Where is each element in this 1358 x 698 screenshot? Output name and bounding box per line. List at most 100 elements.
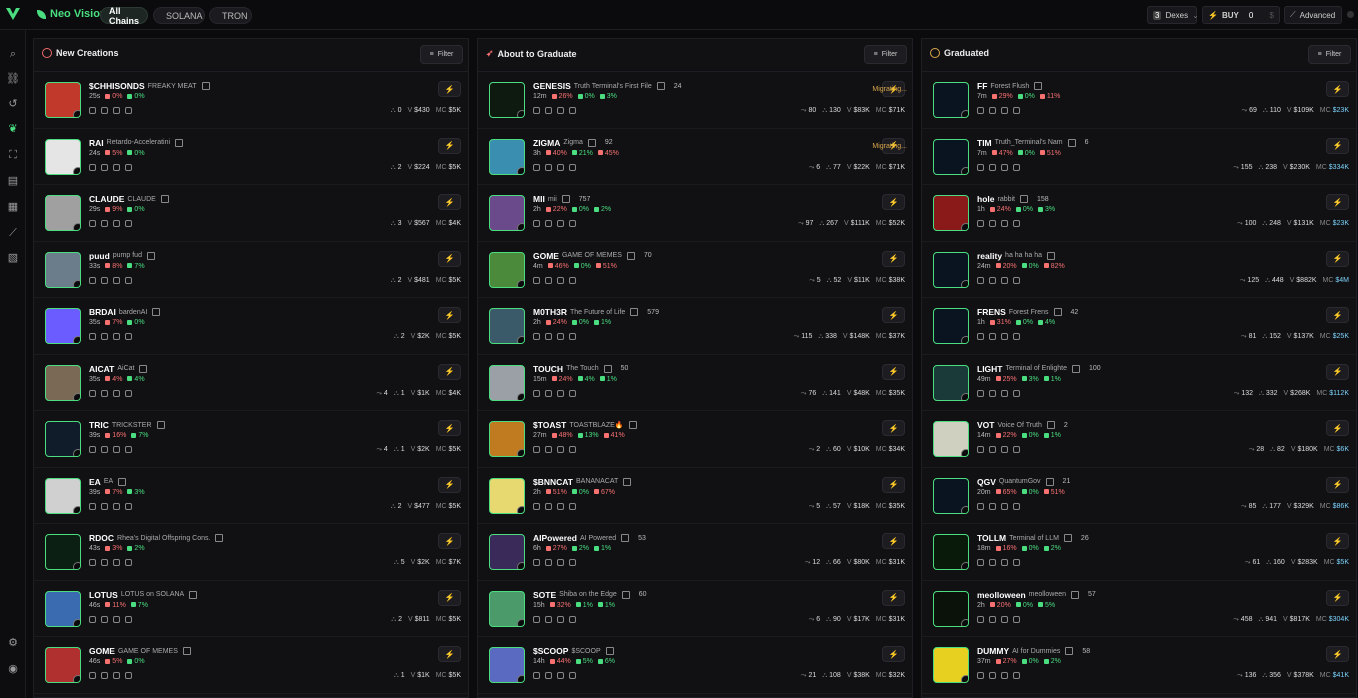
telegram-icon[interactable] [569,276,576,284]
x-icon[interactable] [101,502,108,510]
quick-buy-button[interactable]: ⚡ [438,307,461,323]
telegram-icon[interactable] [125,672,132,679]
link-icon[interactable] [89,333,96,340]
token-symbol[interactable]: meolloween [977,590,1026,600]
quick-buy-button[interactable]: ⚡ [1326,476,1349,493]
copy-icon[interactable] [1071,364,1080,373]
settings-dot-icon[interactable] [1347,11,1354,18]
website-icon[interactable] [113,672,120,679]
book-icon[interactable]: ▦ [6,200,20,214]
website-icon[interactable] [113,220,120,227]
telegram-icon[interactable] [125,389,132,397]
website-icon[interactable] [557,276,564,284]
token-row[interactable]: GOME GAME OF MEMES 46s 5% 0% ⚡ ⛬ 1 V $1K MC $5K [34,637,468,694]
quick-buy-button[interactable]: ⚡ [438,81,461,97]
copy-icon[interactable] [1046,421,1055,429]
quick-buy-button[interactable]: ⚡ [1326,533,1349,549]
telegram-icon[interactable] [125,163,132,171]
website-icon[interactable] [557,220,564,227]
copy-icon[interactable] [587,138,596,147]
x-icon[interactable] [989,276,996,284]
quick-buy-button[interactable]: ⚡ [1326,589,1349,606]
token-symbol[interactable]: FF [977,81,987,91]
x-icon[interactable] [545,163,552,171]
website-icon[interactable] [113,559,120,566]
telegram-icon[interactable] [569,107,576,114]
token-symbol[interactable]: RAI [89,138,104,148]
telegram-icon[interactable] [125,333,132,340]
token-avatar[interactable] [489,534,525,570]
telegram-icon[interactable] [1013,559,1020,566]
telegram-icon[interactable] [569,389,576,397]
copy-icon[interactable] [139,364,148,373]
document-icon[interactable]: ▧ [6,251,20,265]
token-avatar[interactable] [489,138,525,175]
app-logo-icon[interactable] [5,6,21,22]
token-symbol[interactable]: hole [977,194,994,204]
x-icon[interactable] [989,220,996,227]
token-avatar[interactable] [489,647,525,683]
x-icon[interactable] [101,446,108,453]
telegram-icon[interactable] [125,276,132,284]
token-symbol[interactable]: SOTE [533,590,556,600]
website-icon[interactable] [1001,333,1008,340]
quick-buy-button[interactable]: ⚡ [438,420,461,436]
website-icon[interactable] [1001,502,1008,510]
token-avatar[interactable] [45,138,81,175]
link-icon[interactable] [533,276,540,284]
link-icon[interactable] [977,333,984,340]
token-row[interactable]: SOTE Shiba on the Edge 60 15h 32% 1% 1% ⚡ ⤳ 6 ⛬ 9… [478,581,912,637]
link-icon[interactable] [89,559,96,566]
telegram-icon[interactable] [1013,163,1020,171]
buy-amount-input[interactable]: 0 [1249,11,1253,20]
website-icon[interactable] [1001,163,1008,171]
quick-buy-button[interactable]: ⚡ [1326,194,1349,210]
telegram-icon[interactable] [569,502,576,510]
token-symbol[interactable]: QGV [977,477,996,487]
quick-buy-button[interactable]: ⚡ [438,646,461,662]
token-avatar[interactable] [933,647,969,683]
website-icon[interactable] [113,502,120,510]
link-icon[interactable] [89,615,96,623]
telegram-icon[interactable] [1013,389,1020,397]
x-icon[interactable] [545,672,552,679]
token-avatar[interactable] [489,421,525,457]
website-icon[interactable] [557,163,564,171]
quick-buy-button[interactable]: ⚡ [1326,250,1349,267]
chain-chip-solana[interactable]: SOLANA [153,7,205,24]
token-avatar[interactable] [45,477,81,514]
token-row[interactable]: GENESIS Truth Terminal's First File 24 12m 2… [478,72,912,129]
link-icon[interactable]: ⛓ [6,72,20,86]
website-icon[interactable] [557,446,564,453]
token-row[interactable]: $SCOOP $SCOOP 14h 44% 5% 6% ⚡ ⤳ 21 ⛬ 108 V $38K MC… [478,637,912,694]
token-symbol[interactable]: MII [533,194,545,204]
token-avatar[interactable] [45,421,81,457]
token-symbol[interactable]: GENESIS [533,81,571,91]
copy-icon[interactable] [1071,590,1080,599]
quick-buy-button[interactable]: ⚡ [1326,420,1349,436]
copy-icon[interactable] [621,590,630,599]
copy-icon[interactable] [175,138,184,147]
token-symbol[interactable]: TRIC [89,420,109,430]
quick-buy-button[interactable]: ⚡ [438,589,461,606]
x-icon[interactable] [101,220,108,227]
quick-buy-button[interactable]: ⚡ [882,194,905,210]
token-symbol[interactable]: AIPowered [533,533,577,543]
token-symbol[interactable]: M0TH3R [533,307,567,317]
copy-icon[interactable] [1020,195,1028,203]
quick-buy-button[interactable]: ⚡ [882,646,905,662]
leaf-icon[interactable]: ❦ [6,122,20,136]
link-icon[interactable] [89,220,96,227]
token-row[interactable]: AIPowered AI Powered 53 6h 27% 2% 1% ⚡ ⤳ 12 ⛬ 66 V… [478,524,912,581]
copy-icon[interactable] [152,308,161,316]
token-symbol[interactable]: DUMMY [977,646,1009,656]
token-avatar[interactable] [45,647,81,683]
copy-icon[interactable] [146,251,155,260]
website-icon[interactable] [557,615,564,623]
copy-icon[interactable] [189,590,198,599]
token-avatar[interactable] [489,477,525,514]
token-row[interactable]: reality ha ha ha ha 24m 20% 0% 82% ⚡ ⤳ 125 ⛬ 448… [922,242,1356,298]
token-avatar[interactable] [45,195,81,231]
telegram-icon[interactable] [569,615,576,623]
token-avatar[interactable] [45,534,81,570]
